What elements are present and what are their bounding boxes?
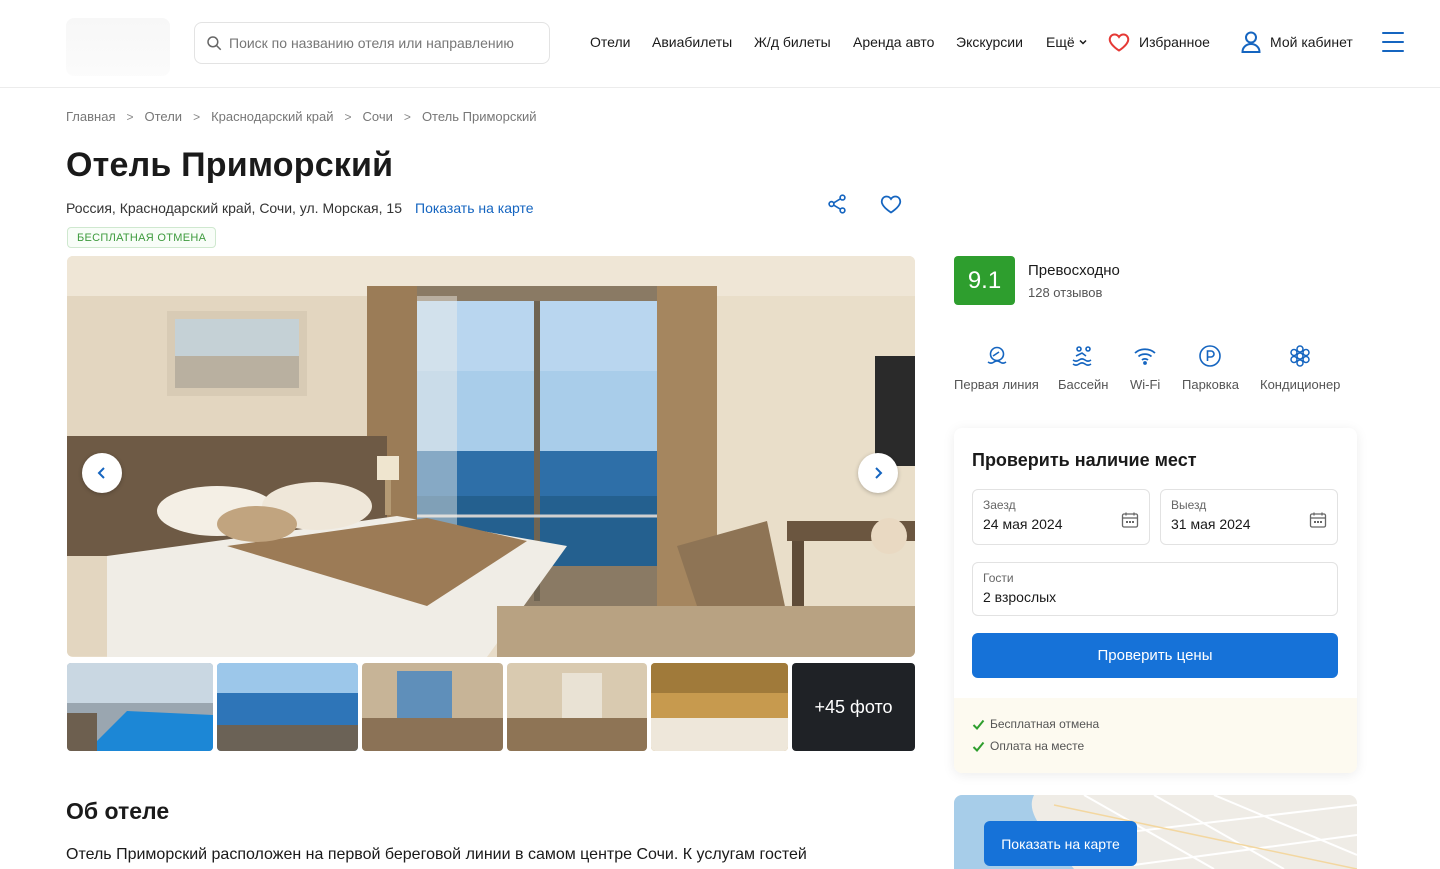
chevron-right-icon: >: [403, 109, 411, 124]
checkin-value: 24 мая 2024: [983, 516, 1063, 532]
perk-label: Оплата на месте: [990, 739, 1085, 753]
checkout-label: Выезд: [1171, 498, 1207, 512]
wifi-icon: [1134, 348, 1156, 365]
booking-perks: Бесплатная отмена Оплата на месте: [954, 698, 1357, 773]
menu-icon[interactable]: [1382, 32, 1404, 52]
breadcrumb-city[interactable]: Сочи: [363, 109, 393, 124]
nav-trains[interactable]: Ж/д билеты: [754, 34, 831, 50]
breadcrumb-hotels[interactable]: Отели: [145, 109, 183, 124]
show-on-map-link[interactable]: Показать на карте: [415, 200, 534, 216]
search-icon: [207, 36, 222, 51]
nav-flights[interactable]: Авиабилеты: [652, 34, 732, 50]
about-title: Об отеле: [66, 798, 170, 824]
check-prices-button[interactable]: Проверить цены: [972, 633, 1338, 678]
chevron-left-icon: [97, 467, 105, 479]
snowflake-icon: [1290, 345, 1310, 367]
perk-label: Бесплатная отмена: [990, 717, 1100, 731]
next-photo-button[interactable]: [858, 453, 898, 493]
prev-photo-button[interactable]: [82, 453, 122, 493]
amenity-ac: Кондиционер: [1260, 344, 1340, 392]
map-show-button[interactable]: Показать на карте: [984, 821, 1137, 866]
chevron-right-icon: >: [193, 109, 201, 124]
heart-icon: [1108, 33, 1130, 52]
thumbnail-restaurant[interactable]: [651, 663, 788, 751]
calendar-icon: [1309, 512, 1327, 528]
calendar-icon: [1121, 512, 1139, 528]
booking-title: Проверить наличие мест: [972, 450, 1197, 470]
amenity-label: Первая линия: [954, 377, 1039, 392]
checkout-value: 31 мая 2024: [1171, 516, 1251, 532]
rating-word: Превосходно: [1028, 262, 1120, 279]
guests-field[interactable]: Гости 2 взрослых: [972, 562, 1338, 616]
nav-more-label: Ещё: [1046, 34, 1075, 50]
more-photos-label: +45 фото: [814, 696, 893, 717]
breadcrumb-region[interactable]: Краснодарский край: [211, 109, 333, 124]
perk-free-cancel: Бесплатная отмена: [972, 717, 1099, 731]
amenity-label: Кондиционер: [1260, 377, 1341, 392]
checkin-field[interactable]: Заезд 24 мая 2024: [972, 489, 1150, 545]
main-photo[interactable]: [67, 256, 915, 657]
breadcrumb-home[interactable]: Главная: [66, 109, 115, 124]
checkin-label: Заезд: [983, 498, 1016, 512]
share-icon[interactable]: [826, 193, 848, 215]
guests-label: Гости: [983, 571, 1014, 585]
nav-car-rental[interactable]: Аренда авто: [853, 34, 934, 50]
booking-card: Проверить наличие мест Заезд 24 мая 2024…: [954, 428, 1357, 773]
breadcrumb: Главная > Отели > Краснодарский край > С…: [66, 109, 537, 124]
favorites-link[interactable]: Избранное: [1107, 30, 1210, 54]
chevron-right-icon: >: [126, 109, 134, 124]
reviews-count-link[interactable]: 128 отзывов: [1028, 285, 1102, 300]
amenity-label: Wi-Fi: [1130, 377, 1161, 392]
pool-icon: [1072, 346, 1092, 366]
page-title: Отель Приморский: [66, 146, 394, 184]
amenity-first-line: Первая линия: [954, 344, 1039, 392]
hotel-address: Россия, Краснодарский край, Сочи, ул. Мо…: [66, 200, 402, 216]
more-photos-button[interactable]: +45 фото: [792, 663, 915, 751]
search-box[interactable]: [194, 22, 550, 64]
perk-pay-on-site: Оплата на месте: [972, 739, 1084, 753]
breadcrumb-current: Отель Приморский: [421, 109, 537, 124]
free-cancel-badge: БЕСПЛАТНАЯ ОТМЕНА: [67, 227, 217, 248]
amenity-parking: Парковка: [1182, 344, 1239, 392]
nav-hotels[interactable]: Отели: [590, 34, 630, 50]
search-input[interactable]: [229, 35, 529, 51]
header: Отели Авиабилеты Ж/д билеты Аренда авто …: [0, 0, 1440, 88]
cabinet-link[interactable]: Мой кабинет: [1240, 30, 1353, 54]
check-icon: [972, 719, 985, 730]
cabinet-label: Мой кабинет: [1270, 34, 1353, 50]
guests-value: 2 взрослых: [983, 589, 1057, 605]
nav-more-dropdown[interactable]: Ещё: [1046, 34, 1088, 50]
amenity-label: Парковка: [1182, 377, 1239, 392]
thumbnail-suite[interactable]: [507, 663, 647, 751]
thumbnail-pool[interactable]: [67, 663, 213, 751]
amenity-pool: Бассейн: [1058, 344, 1108, 392]
favorite-heart-icon[interactable]: [879, 192, 903, 216]
amenity-label: Бассейн: [1058, 377, 1109, 392]
nav-excursions[interactable]: Экскурсии: [956, 34, 1023, 50]
parking-icon: [1199, 345, 1222, 367]
site-logo[interactable]: [66, 18, 170, 76]
rating-score: 9.1: [954, 256, 1015, 305]
user-icon: [1241, 31, 1261, 53]
amenity-wifi: Wi-Fi: [1130, 344, 1160, 392]
chevron-down-icon: [1079, 39, 1087, 45]
checkout-field[interactable]: Выезд 31 мая 2024: [1160, 489, 1338, 545]
about-text: Отель Приморский расположен на первой бе…: [66, 846, 807, 863]
chevron-right-icon: >: [344, 109, 352, 124]
thumbnail-sea-terrace[interactable]: [217, 663, 358, 751]
favorites-label: Избранное: [1139, 34, 1210, 50]
beach-icon: [987, 346, 1007, 364]
check-icon: [972, 741, 985, 752]
chevron-right-icon: [875, 467, 883, 479]
thumbnail-room-window[interactable]: [362, 663, 503, 751]
